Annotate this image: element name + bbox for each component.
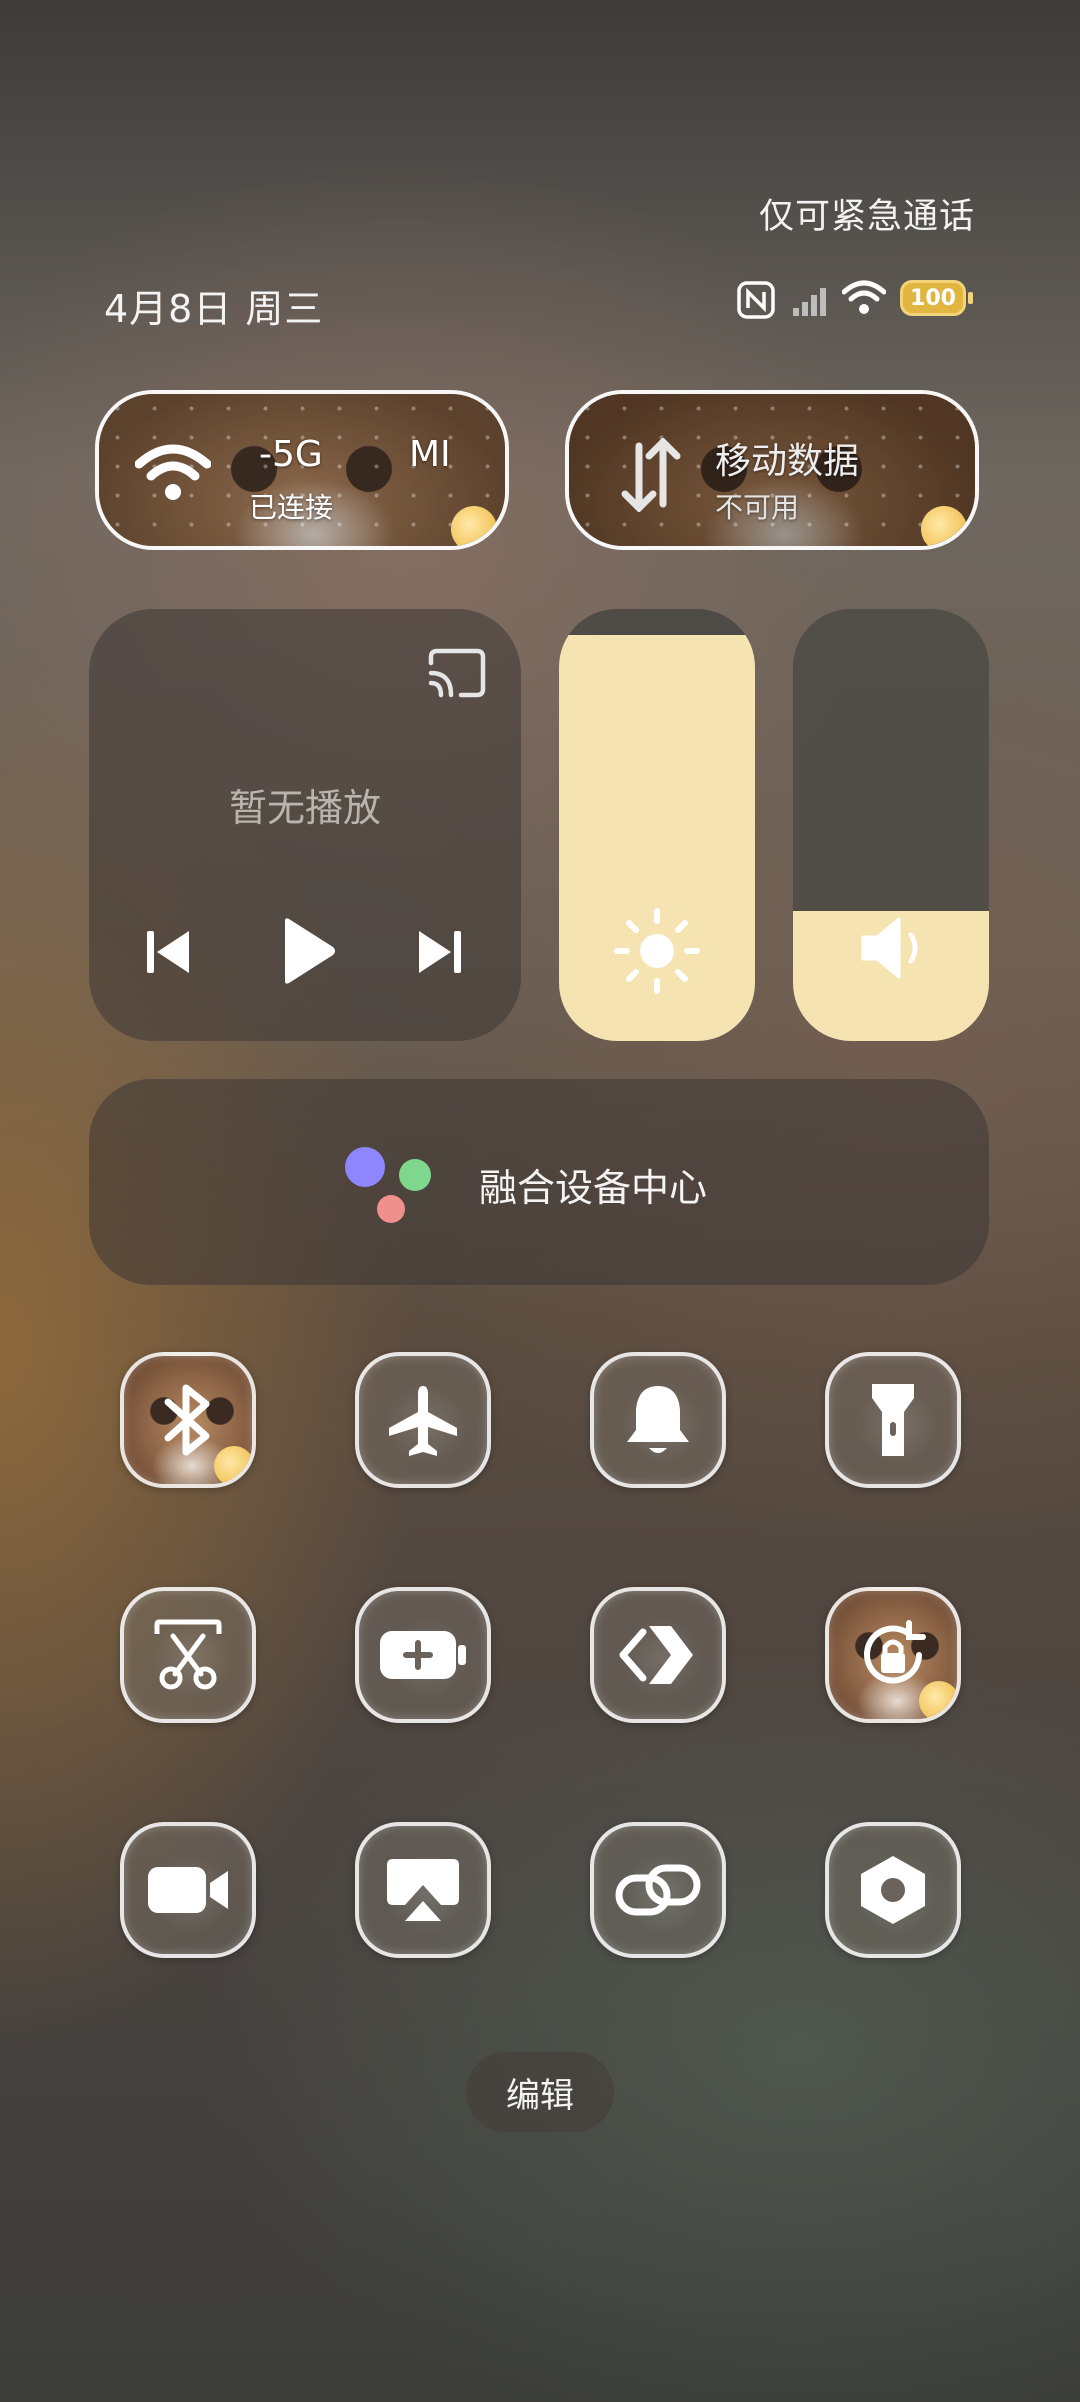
device-center-card[interactable]: 融合设备中心 xyxy=(89,1079,989,1285)
cast-toggle[interactable] xyxy=(355,1822,491,1958)
ring-mode-toggle[interactable] xyxy=(590,1352,726,1488)
wifi-status-icon xyxy=(842,280,886,314)
link-toggle[interactable] xyxy=(590,1822,726,1958)
next-track-icon[interactable] xyxy=(415,927,463,977)
status-icons: 100 xyxy=(736,276,976,322)
battery-level: 100 xyxy=(910,285,956,311)
screenshot-toggle[interactable] xyxy=(120,1587,256,1723)
wifi-status: 已连接 xyxy=(249,491,334,524)
share-toggle[interactable] xyxy=(590,1587,726,1723)
paw-sticker xyxy=(451,506,497,546)
bluetooth-icon xyxy=(164,1384,210,1456)
play-icon[interactable] xyxy=(279,917,337,985)
device-center-label: 融合设备中心 xyxy=(479,1166,708,1210)
share-arrow-icon xyxy=(619,1626,693,1684)
signal-icon xyxy=(793,288,826,316)
paw-sticker xyxy=(214,1446,252,1484)
mobile-data-tile[interactable]: 移动数据 不可用 xyxy=(565,390,979,550)
video-camera-icon xyxy=(148,1867,228,1913)
battery-saver-toggle[interactable] xyxy=(355,1587,491,1723)
bell-icon xyxy=(627,1386,689,1453)
brightness-icon xyxy=(614,908,700,994)
no-playback-text: 暂无播放 xyxy=(228,786,381,830)
rotation-lock-icon xyxy=(864,1620,926,1684)
wifi-icon xyxy=(135,444,211,500)
mobile-data-title: 移动数据 xyxy=(715,441,860,482)
wifi-ssid: -5G xyxy=(259,434,323,475)
battery-icon: 100 xyxy=(900,280,966,316)
edit-button[interactable]: 编辑 xyxy=(466,2052,614,2132)
screen-cast-icon xyxy=(387,1859,459,1921)
paw-sticker xyxy=(921,506,967,546)
volume-icon xyxy=(861,917,918,979)
emergency-call-only-text: 仅可紧急通话 xyxy=(758,197,975,237)
previous-track-icon[interactable] xyxy=(145,927,193,977)
date-text: 4月8日 周三 xyxy=(104,287,324,331)
nfc-icon xyxy=(737,281,775,319)
airplane-mode-toggle[interactable] xyxy=(355,1352,491,1488)
settings-toggle[interactable] xyxy=(825,1822,961,1958)
wifi-tile[interactable]: -5G MI 已连接 xyxy=(95,390,509,550)
paw-sticker xyxy=(919,1681,957,1719)
cast-icon[interactable] xyxy=(427,647,487,699)
brightness-slider[interactable] xyxy=(559,609,755,1041)
edit-button-label: 编辑 xyxy=(506,2075,574,2116)
mobile-data-status: 不可用 xyxy=(715,491,800,524)
screen-record-toggle[interactable] xyxy=(120,1822,256,1958)
airplane-icon xyxy=(389,1386,457,1456)
media-player-card[interactable]: 暂无播放 xyxy=(89,609,521,1041)
link-icon xyxy=(615,1864,701,1916)
volume-slider[interactable] xyxy=(793,609,989,1041)
flashlight-toggle[interactable] xyxy=(825,1352,961,1488)
scissors-icon xyxy=(154,1619,222,1690)
device-center-icon xyxy=(345,1147,435,1227)
mobile-data-icon xyxy=(621,438,681,512)
rotation-lock-toggle[interactable] xyxy=(825,1587,961,1723)
battery-plus-icon xyxy=(380,1631,466,1679)
bluetooth-toggle[interactable] xyxy=(120,1352,256,1488)
flashlight-icon xyxy=(872,1384,914,1456)
hex-nut-icon xyxy=(861,1856,925,1924)
wifi-ssid-suffix: MI xyxy=(409,434,451,475)
